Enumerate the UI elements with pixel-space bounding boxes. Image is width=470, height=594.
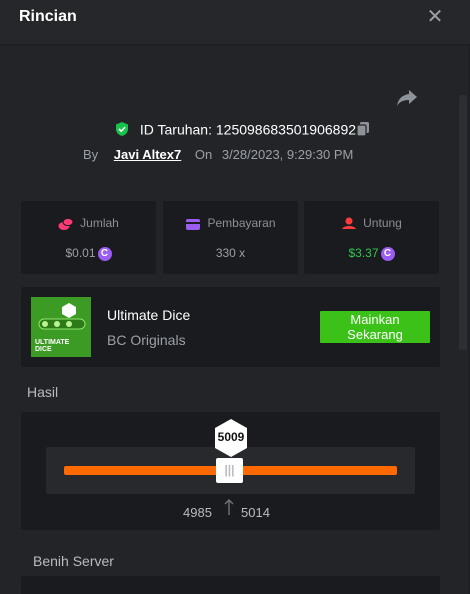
server-seed-label: Benih Server [33, 553, 114, 569]
copy-icon[interactable] [355, 121, 371, 137]
bet-id-value: 125098683501906892 [215, 121, 357, 138]
stat-profit-value: $3.37 [348, 246, 379, 260]
modal-header: Rincian ✕ [0, 0, 470, 44]
server-seed-field[interactable] [21, 576, 440, 594]
result-section-label: Hasil [27, 384, 59, 400]
stat-amount-label: Jumlah [80, 216, 119, 230]
close-icon[interactable]: ✕ [425, 6, 445, 28]
bet-datetime: 3/28/2023, 9:29:30 PM [221, 147, 354, 162]
stat-profit: Untung $3.37 C [304, 201, 439, 274]
game-thumbnail[interactable]: ULTIMATE DICE [31, 297, 91, 357]
wallet-icon [186, 218, 201, 230]
result-value: 5009 [217, 430, 245, 444]
coin-icon: C [380, 246, 395, 261]
coins-icon [58, 217, 74, 230]
bet-meta-row: By Javi Altex7 On 3/28/2023, 9:29:30 PM [83, 147, 353, 165]
stat-payout-value: 330 x [215, 246, 246, 260]
username-link[interactable]: Javi Altex7 [114, 147, 181, 162]
dice-track-icon [38, 303, 86, 330]
bet-id-label: ID Taruhan: [139, 121, 212, 138]
range-low-value: 4985 [183, 505, 212, 520]
range-high-value: 5014 [241, 505, 270, 520]
stat-amount: Jumlah $0.01 C [21, 201, 156, 274]
slider-handle[interactable]: ||| [216, 458, 243, 483]
result-box: 5009 ||| 4985 5014 [21, 412, 440, 530]
game-thumb-text: ULTIMATE DICE [35, 339, 70, 353]
game-provider: BC Originals [107, 332, 186, 348]
stat-profit-label: Untung [363, 216, 402, 230]
play-now-label: Mainkan Sekarang [347, 312, 403, 342]
profit-icon [342, 217, 357, 229]
modal-title: Rincian [19, 8, 77, 25]
share-icon[interactable] [396, 88, 418, 108]
stat-payout: Pembayaran 330 x [163, 201, 298, 274]
game-card: ULTIMATE DICE Ultimate Dice BC Originals… [21, 287, 440, 367]
stat-payout-label: Pembayaran [207, 216, 276, 230]
by-label: By [83, 147, 99, 162]
arrow-up-icon [224, 499, 234, 515]
coin-icon: C [97, 246, 112, 261]
bet-id-row: ID Taruhan: 125098683501906892 [0, 120, 470, 140]
play-now-button[interactable]: Mainkan Sekarang [320, 311, 430, 343]
on-label: On [194, 147, 213, 162]
shield-icon [115, 122, 128, 137]
game-name: Ultimate Dice [107, 307, 191, 323]
stat-amount-value: $0.01 [65, 246, 96, 260]
